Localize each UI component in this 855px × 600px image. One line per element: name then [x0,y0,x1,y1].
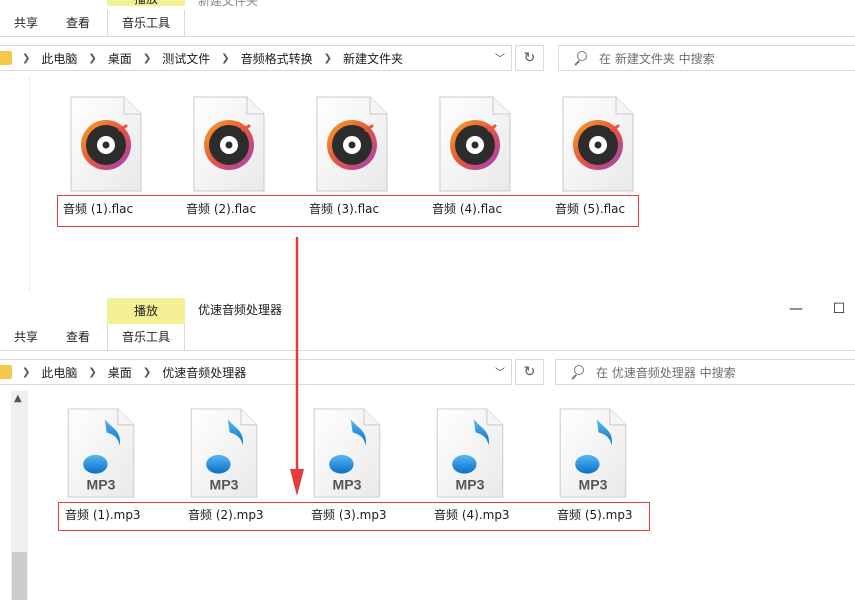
music-note-icon: MP3 [557,408,629,498]
breadcrumb-test-files[interactable]: 测试文件 [162,50,210,67]
tab-view[interactable]: 查看 [60,10,96,36]
address-bar[interactable]: ❯ 此电脑 ❯ 桌面 ❯ 优速音频处理器 ﹀ [0,359,512,385]
music-disc-icon [562,96,634,192]
breadcrumb-app-folder[interactable]: 优速音频处理器 [162,364,246,381]
down-arrow-icon [290,237,304,496]
title-bar: 播放 优速音频处理器 — ☐ [0,293,855,324]
address-toolbar: ❯ 此电脑 ❯ 桌面 ❯ 测试文件 ❯ 音频格式转换 ❯ 新建文件夹 ﹀ ↻ 在… [0,42,855,74]
tab-music-tools[interactable]: 音乐工具 [107,10,185,36]
music-disc-icon [193,96,265,192]
music-disc-icon [439,96,511,192]
search-placeholder: 在 优速音频处理器 中搜索 [596,365,736,380]
mp3-badge: MP3 [456,477,485,493]
search-icon [570,365,584,379]
ribbon-divider [0,36,855,37]
ribbon-tabs: 共享 查看 音乐工具 [0,10,855,36]
search-box[interactable]: 在 新建文件夹 中搜索 [558,45,855,71]
music-note-icon: MP3 [434,408,506,498]
highlight-box [57,195,639,227]
chevron-right-icon[interactable]: ❯ [88,367,96,378]
scrollbar-thumb[interactable] [12,552,27,600]
breadcrumb-new-folder[interactable]: 新建文件夹 [343,50,403,67]
maximize-button[interactable]: ☐ [829,299,849,319]
chevron-down-icon[interactable]: ﹀ [495,364,505,379]
breadcrumb-this-pc[interactable]: 此电脑 [41,50,77,67]
highlight-box [58,502,650,531]
mp3-badge: MP3 [87,477,116,493]
chevron-right-icon[interactable]: ❯ [88,53,96,64]
chevron-right-icon[interactable]: ❯ [143,367,151,378]
breadcrumb-this-pc[interactable]: 此电脑 [41,364,77,381]
folder-icon [0,51,12,65]
search-placeholder: 在 新建文件夹 中搜索 [599,51,715,66]
chevron-right-icon[interactable]: ❯ [22,53,30,64]
chevron-down-icon[interactable]: ﹀ [495,50,505,65]
refresh-button[interactable]: ↻ [515,45,544,71]
music-note-icon: MP3 [65,408,137,498]
ribbon-divider [0,350,855,351]
tab-view[interactable]: 查看 [60,324,96,350]
vertical-scrollbar[interactable]: ▲ [11,391,28,600]
top-explorer-window: 播放 新建文件夹 共享 查看 音乐工具 ❯ 此电脑 ❯ 桌面 ❯ 测试文件 ❯ … [0,0,855,292]
mp3-badge: MP3 [579,477,608,493]
music-note-icon: MP3 [311,408,383,498]
tab-share[interactable]: 共享 [8,324,44,350]
music-disc-icon [316,96,388,192]
breadcrumb-desktop[interactable]: 桌面 [108,364,132,381]
tab-share[interactable]: 共享 [8,10,44,36]
navigation-pane[interactable] [0,76,30,292]
ribbon-tab-play[interactable]: 播放 [107,0,185,6]
chevron-right-icon[interactable]: ❯ [221,53,229,64]
search-icon [573,51,587,65]
minimize-button[interactable]: — [786,299,806,319]
mp3-badge: MP3 [210,477,239,493]
mp3-badge: MP3 [333,477,362,493]
address-toolbar: ❯ 此电脑 ❯ 桌面 ❯ 优速音频处理器 ﹀ ↻ 在 优速音频处理器 中搜索 [0,356,855,388]
window-title: 优速音频处理器 [198,303,283,317]
breadcrumb-audio-convert[interactable]: 音频格式转换 [241,50,313,67]
bottom-explorer-window: 播放 优速音频处理器 — ☐ 共享 查看 音乐工具 ❯ 此电脑 ❯ 桌面 ❯ 优… [0,293,855,600]
refresh-button[interactable]: ↻ [515,359,544,385]
tab-music-tools[interactable]: 音乐工具 [107,324,185,350]
ribbon-tab-play[interactable]: 播放 [107,298,185,324]
window-title: 新建文件夹 [198,0,259,8]
music-note-icon: MP3 [188,408,260,498]
ribbon-tabs: 共享 查看 音乐工具 [0,324,855,350]
chevron-right-icon[interactable]: ❯ [324,53,332,64]
chevron-right-icon[interactable]: ❯ [22,367,30,378]
chevron-right-icon[interactable]: ❯ [143,53,151,64]
folder-icon [0,365,12,379]
music-disc-icon [70,96,142,192]
address-bar[interactable]: ❯ 此电脑 ❯ 桌面 ❯ 测试文件 ❯ 音频格式转换 ❯ 新建文件夹 ﹀ [0,45,512,71]
scroll-up-icon[interactable]: ▲ [14,393,22,404]
breadcrumb-desktop[interactable]: 桌面 [108,50,132,67]
search-box[interactable]: 在 优速音频处理器 中搜索 [555,359,855,385]
